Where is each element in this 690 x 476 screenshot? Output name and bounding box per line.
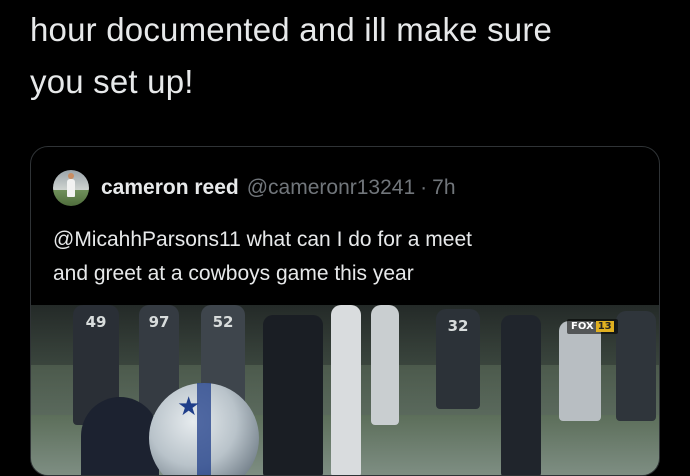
avatar[interactable] <box>53 170 89 206</box>
network-logo: FOX 13 <box>567 319 618 334</box>
player-figure <box>501 315 541 475</box>
quoted-text-line: @MicahhParsons11 what can I do for a mee… <box>53 228 472 251</box>
tweet-body: hour documented and ill make sure you se… <box>30 4 670 108</box>
separator-dot: · <box>420 176 428 199</box>
quoted-tweet-header: cameron reed @cameronr13241 · 7h <box>53 170 456 206</box>
jersey-number: 32 <box>447 317 469 335</box>
quoted-tweet-media[interactable]: 49 97 52 32 FOX 13 ★ <box>31 305 659 475</box>
quoted-tweet-text: @MicahhParsons11 what can I do for a mee… <box>53 223 643 291</box>
network-logo-name: FOX <box>571 321 594 332</box>
player-figure <box>371 305 399 425</box>
jersey-number: 97 <box>148 313 170 331</box>
player-figure <box>559 321 601 421</box>
quoted-handle[interactable]: @cameronr13241 <box>247 176 415 200</box>
quoted-display-name[interactable]: cameron reed <box>101 176 239 200</box>
network-logo-channel: 13 <box>595 321 614 332</box>
quoted-timestamp[interactable]: 7h <box>432 176 455 200</box>
tweet-text-line: you set up! <box>30 63 194 100</box>
quoted-tweet-card[interactable]: cameron reed @cameronr13241 · 7h @Micahh… <box>30 146 660 476</box>
jersey-number: 49 <box>85 313 107 331</box>
player-figure <box>263 315 323 475</box>
player-figure <box>331 305 361 475</box>
jersey-number: 52 <box>212 313 234 331</box>
fan-cap <box>81 397 159 475</box>
quoted-text-line: and greet at a cowboys game this year <box>53 262 414 285</box>
tweet-text-line: hour documented and ill make sure <box>30 11 553 48</box>
player-figure: 32 <box>436 309 480 409</box>
player-figure <box>616 311 656 421</box>
